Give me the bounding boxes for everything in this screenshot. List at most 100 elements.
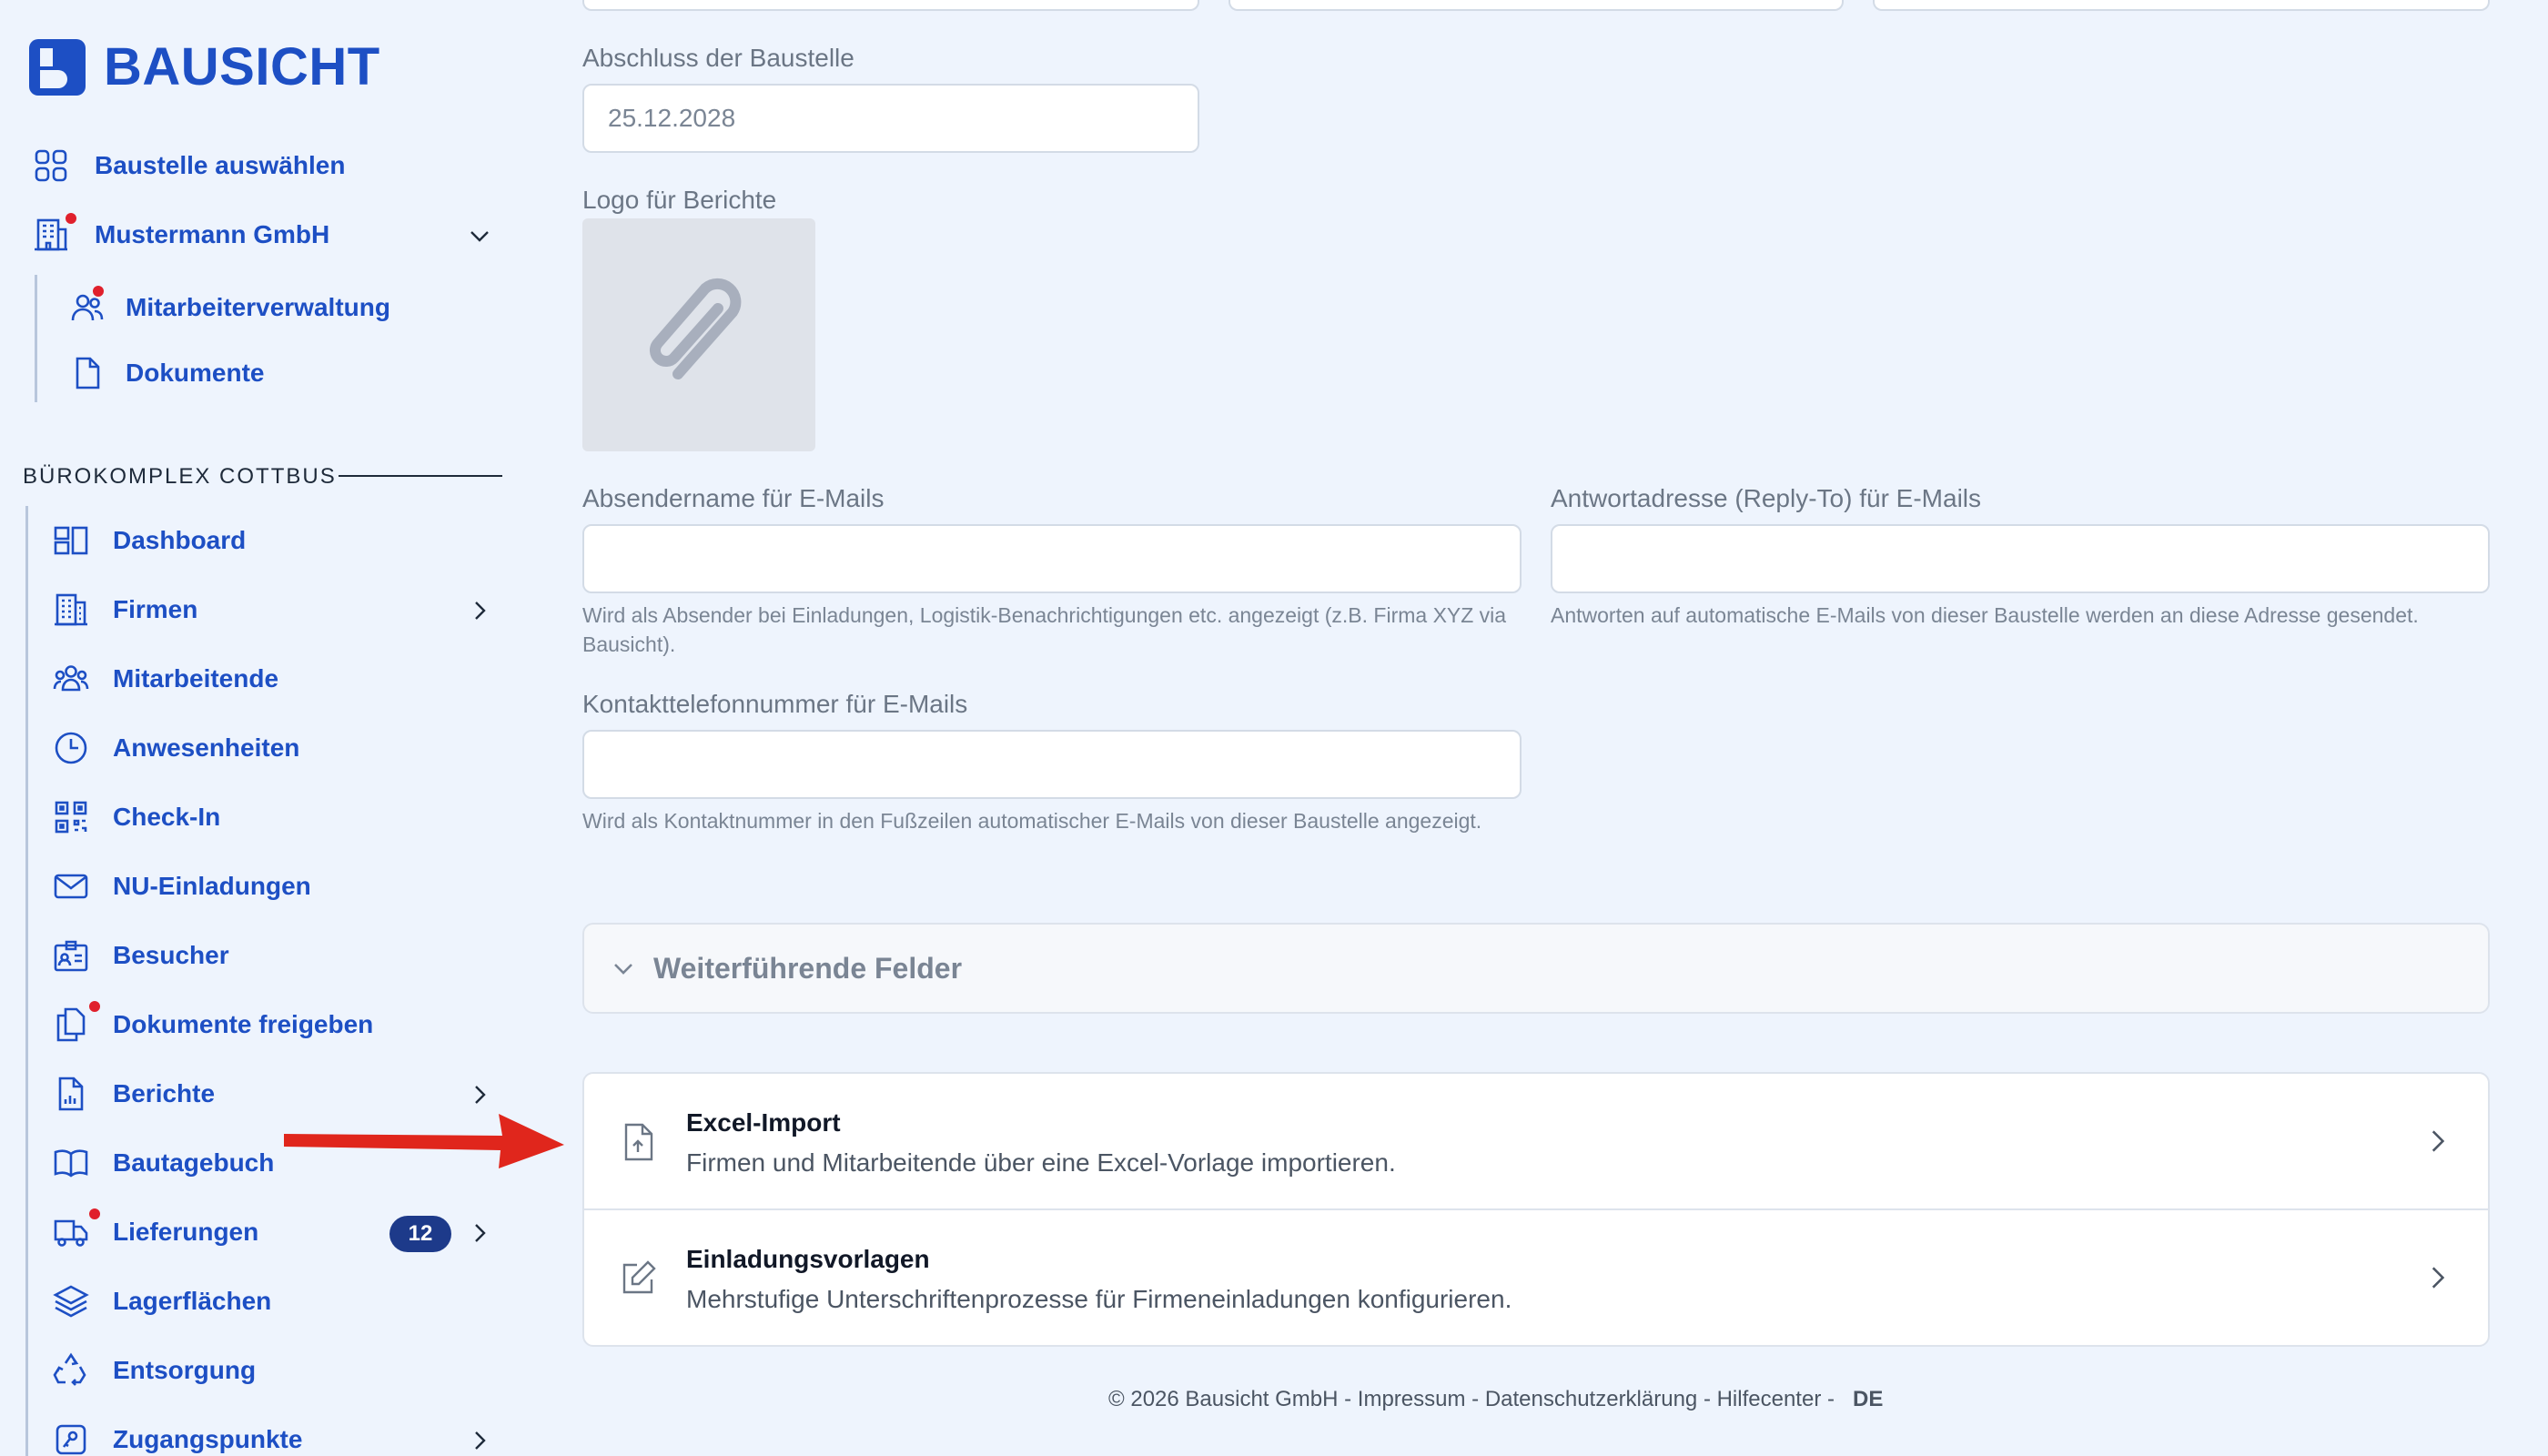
- chevron-right-icon[interactable]: [466, 1427, 493, 1454]
- input-field-stub[interactable]: [1873, 0, 2490, 11]
- truck-icon: [51, 1207, 102, 1252]
- nav-label: Dokumente freigeben: [113, 1010, 374, 1038]
- nav-label: Dokumente: [126, 359, 265, 387]
- nav-visitors[interactable]: Besucher: [51, 928, 229, 983]
- chevron-down-icon: [614, 964, 632, 975]
- nav-construction-diary[interactable]: Bautagebuch: [51, 1136, 274, 1190]
- report-icon: [51, 1074, 91, 1114]
- reply-to-label: Antwortadresse (Reply-To) für E-Mails: [1551, 484, 1982, 512]
- completion-date-input[interactable]: 25.12.2028: [582, 84, 1199, 153]
- footer: © 2026 Bausicht GmbH - Impressum - Daten…: [1108, 1387, 1883, 1412]
- nav-label: Check-In: [113, 803, 221, 831]
- nav-label: Mitarbeitende: [113, 664, 279, 693]
- edit-icon: [622, 1260, 656, 1294]
- nav-deliveries[interactable]: Lieferungen: [51, 1205, 258, 1259]
- clock-icon: [51, 728, 91, 768]
- nav-label: Mitarbeiterverwaltung: [126, 293, 390, 321]
- documents-icon: [51, 999, 102, 1045]
- advanced-fields-accordion[interactable]: Weiterführende Felder: [582, 923, 2490, 1014]
- book-icon: [51, 1143, 91, 1183]
- completion-date-label: Abschluss der Baustelle: [582, 44, 854, 72]
- nav-reports[interactable]: Berichte: [51, 1067, 215, 1121]
- brand-logo[interactable]: BAUSICHT: [27, 36, 380, 97]
- nav-documents[interactable]: Dokumente: [67, 346, 264, 400]
- card-title: Einladungsvorlagen: [686, 1245, 930, 1273]
- accordion-label: Weiterführende Felder: [653, 951, 963, 985]
- brand-name: BAUSICHT: [104, 37, 380, 96]
- chevron-right-icon[interactable]: [466, 597, 493, 624]
- nav-label: Mustermann GmbH: [95, 220, 330, 248]
- bausicht-logo-icon: [29, 38, 86, 96]
- document-icon: [67, 353, 107, 393]
- contact-phone-label: Kontakttelefonnummer für E-Mails: [582, 690, 968, 718]
- nav-access-points[interactable]: Zugangspunkte: [51, 1412, 302, 1456]
- footer-text[interactable]: © 2026 Bausicht GmbH - Impressum - Daten…: [1108, 1387, 1835, 1411]
- nav-companies[interactable]: Firmen: [51, 582, 197, 637]
- notification-dot: [91, 284, 106, 298]
- office-building-icon: [51, 590, 91, 630]
- nav-check-in[interactable]: Check-In: [51, 790, 220, 844]
- nav-label: Anwesenheiten: [113, 733, 300, 762]
- annotation-arrow-icon: [284, 1114, 564, 1168]
- nav-storage-areas[interactable]: Lagerflächen: [51, 1274, 271, 1329]
- access-icon: [51, 1420, 91, 1456]
- report-logo-label: Logo für Berichte: [582, 186, 777, 214]
- invitation-templates-card[interactable]: Einladungsvorlagen Mehrstufige Unterschr…: [582, 1208, 2490, 1347]
- nav-label: Zugangspunkte: [113, 1425, 303, 1453]
- excel-import-card[interactable]: Excel-Import Firmen und Mitarbeitende üb…: [582, 1072, 2490, 1210]
- notification-dot: [87, 1207, 102, 1221]
- dashboard-icon: [51, 521, 91, 561]
- input-field-stub[interactable]: [582, 0, 1199, 11]
- chevron-right-icon[interactable]: [466, 1081, 493, 1108]
- envelope-icon: [51, 866, 91, 906]
- nav-employees[interactable]: Mitarbeitende: [51, 652, 278, 706]
- sender-name-help: Wird als Absender bei Einladungen, Logis…: [582, 603, 1507, 656]
- nav-label: Bautagebuch: [113, 1148, 275, 1177]
- card-title: Excel-Import: [686, 1108, 841, 1137]
- input-field-stub[interactable]: [1228, 0, 1844, 11]
- chevron-right-icon: [2432, 1130, 2445, 1152]
- nav-company[interactable]: Mustermann GmbH: [31, 207, 329, 262]
- recycle-icon: [51, 1350, 91, 1390]
- nav-label: Entsorgung: [113, 1356, 257, 1384]
- qr-code-icon: [51, 797, 91, 837]
- nav-label: Baustelle auswählen: [95, 151, 346, 179]
- sender-name-input[interactable]: [582, 524, 1522, 593]
- nav-label: Lieferungen: [113, 1218, 259, 1246]
- nav-label: Firmen: [113, 595, 198, 623]
- notification-dot: [87, 999, 102, 1014]
- sidebar: BAUSICHT Baustelle auswählen Mustermann …: [0, 0, 528, 1456]
- nav-employee-management[interactable]: Mitarbeiterverwaltung: [67, 280, 390, 335]
- nav-sub-invitations[interactable]: NU-Einladungen: [51, 859, 311, 914]
- reply-to-input[interactable]: [1551, 524, 2490, 593]
- report-logo-upload[interactable]: [582, 218, 815, 451]
- nav-attendance[interactable]: Anwesenheiten: [51, 721, 299, 775]
- nav-label: Besucher: [113, 941, 229, 969]
- paperclip-icon: [649, 278, 742, 379]
- contact-phone-input[interactable]: [582, 730, 1522, 799]
- notification-dot: [64, 211, 78, 226]
- id-badge-icon: [51, 935, 91, 976]
- chevron-right-icon[interactable]: [466, 1219, 493, 1247]
- grid-icon: [31, 146, 71, 186]
- nav-label: Berichte: [113, 1079, 216, 1107]
- contact-phone-help: Wird als Kontaktnummer in den Fußzeilen …: [582, 809, 1482, 833]
- nav-select-site[interactable]: Baustelle auswählen: [31, 138, 345, 193]
- team-icon: [51, 659, 91, 699]
- card-description: Mehrstufige Unterschriftenprozesse für F…: [686, 1285, 1512, 1313]
- section-divider: [339, 475, 502, 477]
- nav-approve-documents[interactable]: Dokumente freigeben: [51, 997, 373, 1052]
- reply-to-help: Antworten auf automatische E-Mails von d…: [1551, 603, 2419, 627]
- nav-dashboard[interactable]: Dashboard: [51, 513, 246, 568]
- users-icon: [67, 284, 107, 328]
- nav-label: Lagerflächen: [113, 1287, 272, 1315]
- section-line: [25, 506, 28, 1456]
- chevron-down-icon[interactable]: [466, 222, 493, 249]
- nav-disposal[interactable]: Entsorgung: [51, 1343, 256, 1398]
- deliveries-count-badge: 12: [389, 1216, 451, 1252]
- nav-label: Dashboard: [113, 526, 247, 554]
- language-switcher[interactable]: DE: [1853, 1387, 1883, 1411]
- layers-icon: [51, 1281, 91, 1321]
- nav-label: NU-Einladungen: [113, 872, 311, 900]
- card-description: Firmen und Mitarbeitende über eine Excel…: [686, 1148, 1396, 1177]
